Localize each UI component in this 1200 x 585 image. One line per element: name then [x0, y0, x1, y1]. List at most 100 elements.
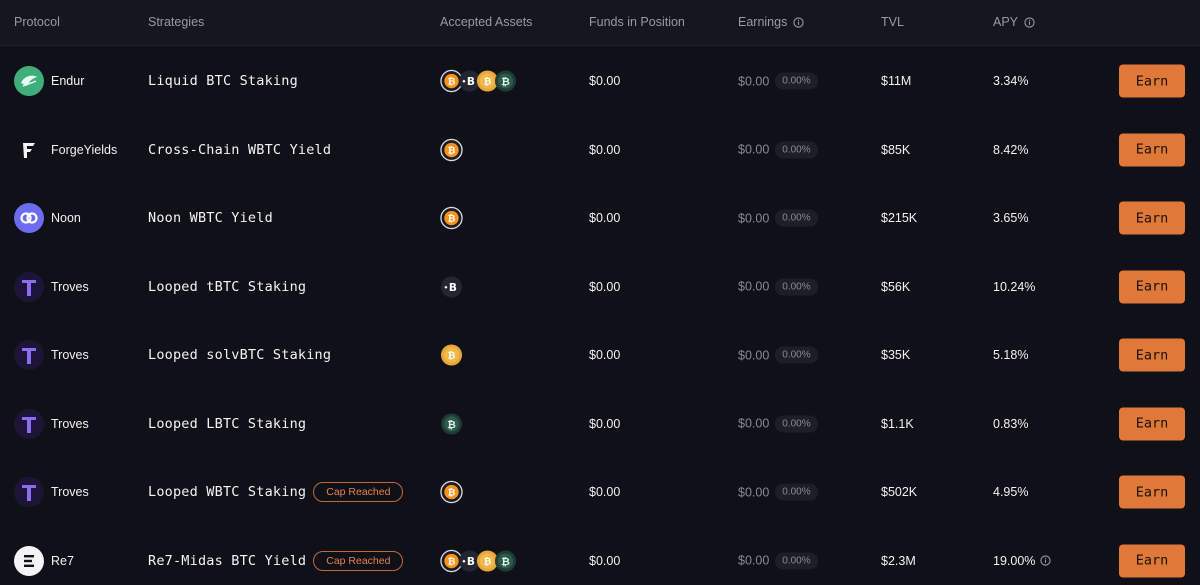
apy-value: 4.95%	[993, 485, 1029, 500]
earnings-cell: $0.00 0.00%	[738, 552, 818, 570]
noon-logo	[14, 203, 44, 234]
earnings-value: $0.00	[738, 416, 770, 431]
table-row[interactable]: Noon Noon WBTC Yield ₿ $0.00 $0.00 0.00%…	[0, 184, 1200, 253]
earnings-percent: 0.00%	[775, 346, 818, 364]
btc-icon: ₿	[440, 481, 463, 504]
header-apy-label: APY	[993, 15, 1019, 29]
earnings-cell: $0.00 0.00%	[738, 346, 818, 364]
header-funds: Funds in Position	[589, 15, 685, 29]
accepted-assets: ₿ B ₿ ₿	[440, 70, 517, 93]
troves-logo	[14, 408, 44, 439]
protocol-cell: Endur	[14, 66, 85, 97]
strategy-name: Re7-Midas BTC Yield	[148, 552, 307, 569]
header-earnings-label: Earnings	[738, 15, 788, 29]
apy-cell: 4.95%	[993, 485, 1028, 499]
accepted-assets: ₿	[440, 207, 463, 230]
table-row[interactable]: ForgeYields Cross-Chain WBTC Yield ₿ $0.…	[0, 116, 1200, 185]
protocol-name: Re7	[51, 553, 74, 568]
earn-button[interactable]: Earn	[1119, 201, 1185, 235]
protocol-name: Troves	[51, 485, 89, 500]
apy-cell: 0.83%	[993, 417, 1028, 431]
earn-button[interactable]: Earn	[1119, 407, 1185, 441]
earnings-percent: 0.00%	[775, 552, 818, 570]
tvl-value: $1.1K	[881, 416, 914, 431]
endur-logo	[14, 66, 44, 97]
earnings-value: $0.00	[738, 348, 770, 363]
apy-value: 10.24%	[993, 279, 1036, 294]
cap-reached-badge: Cap Reached	[313, 550, 404, 571]
apy-cell: 10.24%	[993, 280, 1035, 294]
strategy-cell: Re7-Midas BTC Yield Cap Reached	[148, 550, 404, 571]
accepted-assets: ₿	[440, 412, 463, 435]
protocol-cell: Troves	[14, 408, 89, 439]
troves-logo	[14, 271, 44, 302]
cap-reached-badge: Cap Reached	[313, 482, 404, 503]
apy-value: 3.65%	[993, 211, 1029, 226]
header-tvl: TVL	[881, 15, 904, 29]
btc-icon: ₿	[440, 207, 463, 230]
svg-text:₿: ₿	[484, 77, 492, 88]
table-row[interactable]: Troves Looped solvBTC Staking ₿ $0.00 $0…	[0, 321, 1200, 390]
funds-in-position: $0.00	[589, 348, 621, 363]
apy-value: 3.34%	[993, 74, 1029, 89]
table-row[interactable]: Troves Looped LBTC Staking ₿ $0.00 $0.00…	[0, 390, 1200, 459]
strategy-cell: Cross-Chain WBTC Yield	[148, 142, 331, 158]
funds-in-position: $0.00	[589, 142, 621, 157]
svg-text:₿: ₿	[448, 77, 456, 88]
earn-button[interactable]: Earn	[1119, 475, 1185, 509]
earnings-percent: 0.00%	[775, 72, 818, 90]
header-accepted-assets: Accepted Assets	[440, 15, 533, 29]
table-row[interactable]: Endur Liquid BTC Staking ₿ B ₿ ₿ $0.00 $0.0…	[0, 47, 1200, 116]
svg-text:B: B	[449, 282, 457, 294]
lbtc-icon: ₿	[440, 412, 463, 435]
earnings-cell: $0.00 0.00%	[738, 483, 818, 501]
funds-in-position: $0.00	[589, 485, 621, 500]
header-strategies: Strategies	[148, 15, 205, 29]
header-earnings: Earnings	[738, 15, 804, 29]
table-row[interactable]: Troves Looped tBTC Staking B $0.00 $0.00…	[0, 253, 1200, 322]
strategy-cell: Looped solvBTC Staking	[148, 347, 331, 363]
svg-text:₿: ₿	[448, 488, 456, 499]
protocol-name: Troves	[51, 416, 89, 431]
earnings-cell: $0.00 0.00%	[738, 415, 818, 433]
tvl-value: $2.3M	[881, 553, 916, 568]
svg-text:₿: ₿	[448, 556, 456, 567]
svg-text:₿: ₿	[448, 214, 456, 225]
table-row[interactable]: Re7 Re7-Midas BTC Yield Cap Reached ₿ B ₿ ₿…	[0, 527, 1200, 585]
earn-button[interactable]: Earn	[1119, 133, 1185, 167]
strategy-name: Cross-Chain WBTC Yield	[148, 141, 332, 158]
protocol-name: Troves	[51, 348, 89, 363]
apy-cell: 5.18%	[993, 348, 1028, 362]
apy-info-icon[interactable]	[1040, 555, 1052, 566]
svg-text:₿: ₿	[501, 556, 510, 568]
apy-cell: 8.42%	[993, 143, 1028, 157]
earnings-value: $0.00	[738, 553, 770, 568]
protocol-cell: Troves	[14, 340, 89, 371]
re7-logo	[14, 545, 44, 576]
troves-logo	[14, 340, 44, 371]
earnings-value: $0.00	[738, 142, 770, 157]
earn-button[interactable]: Earn	[1119, 338, 1185, 372]
funds-in-position: $0.00	[589, 553, 621, 568]
protocol-cell: Re7	[14, 545, 74, 576]
strategy-cell: Noon WBTC Yield	[148, 210, 273, 226]
strategy-cell: Looped tBTC Staking	[148, 279, 306, 295]
forgeyields-logo	[14, 134, 44, 165]
apy-info-icon[interactable]	[1024, 16, 1035, 28]
earnings-info-icon[interactable]	[793, 16, 804, 28]
earn-button[interactable]: Earn	[1119, 270, 1185, 304]
strategy-name: Looped WBTC Staking	[148, 484, 307, 501]
strategy-cell: Liquid BTC Staking	[148, 73, 298, 89]
earn-button[interactable]: Earn	[1119, 544, 1185, 578]
table-row[interactable]: Troves Looped WBTC Staking Cap Reached ₿…	[0, 458, 1200, 527]
tvl-value: $56K	[881, 279, 911, 294]
tvl-value: $502K	[881, 485, 918, 500]
protocol-name: Endur	[51, 74, 85, 89]
earn-button[interactable]: Earn	[1119, 64, 1185, 98]
earnings-percent: 0.00%	[775, 415, 818, 433]
svg-text:₿: ₿	[447, 419, 456, 431]
tvl-value: $215K	[881, 211, 918, 226]
earnings-cell: $0.00 0.00%	[738, 278, 818, 296]
svg-text:₿: ₿	[448, 351, 456, 362]
apy-value: 5.18%	[993, 348, 1029, 363]
